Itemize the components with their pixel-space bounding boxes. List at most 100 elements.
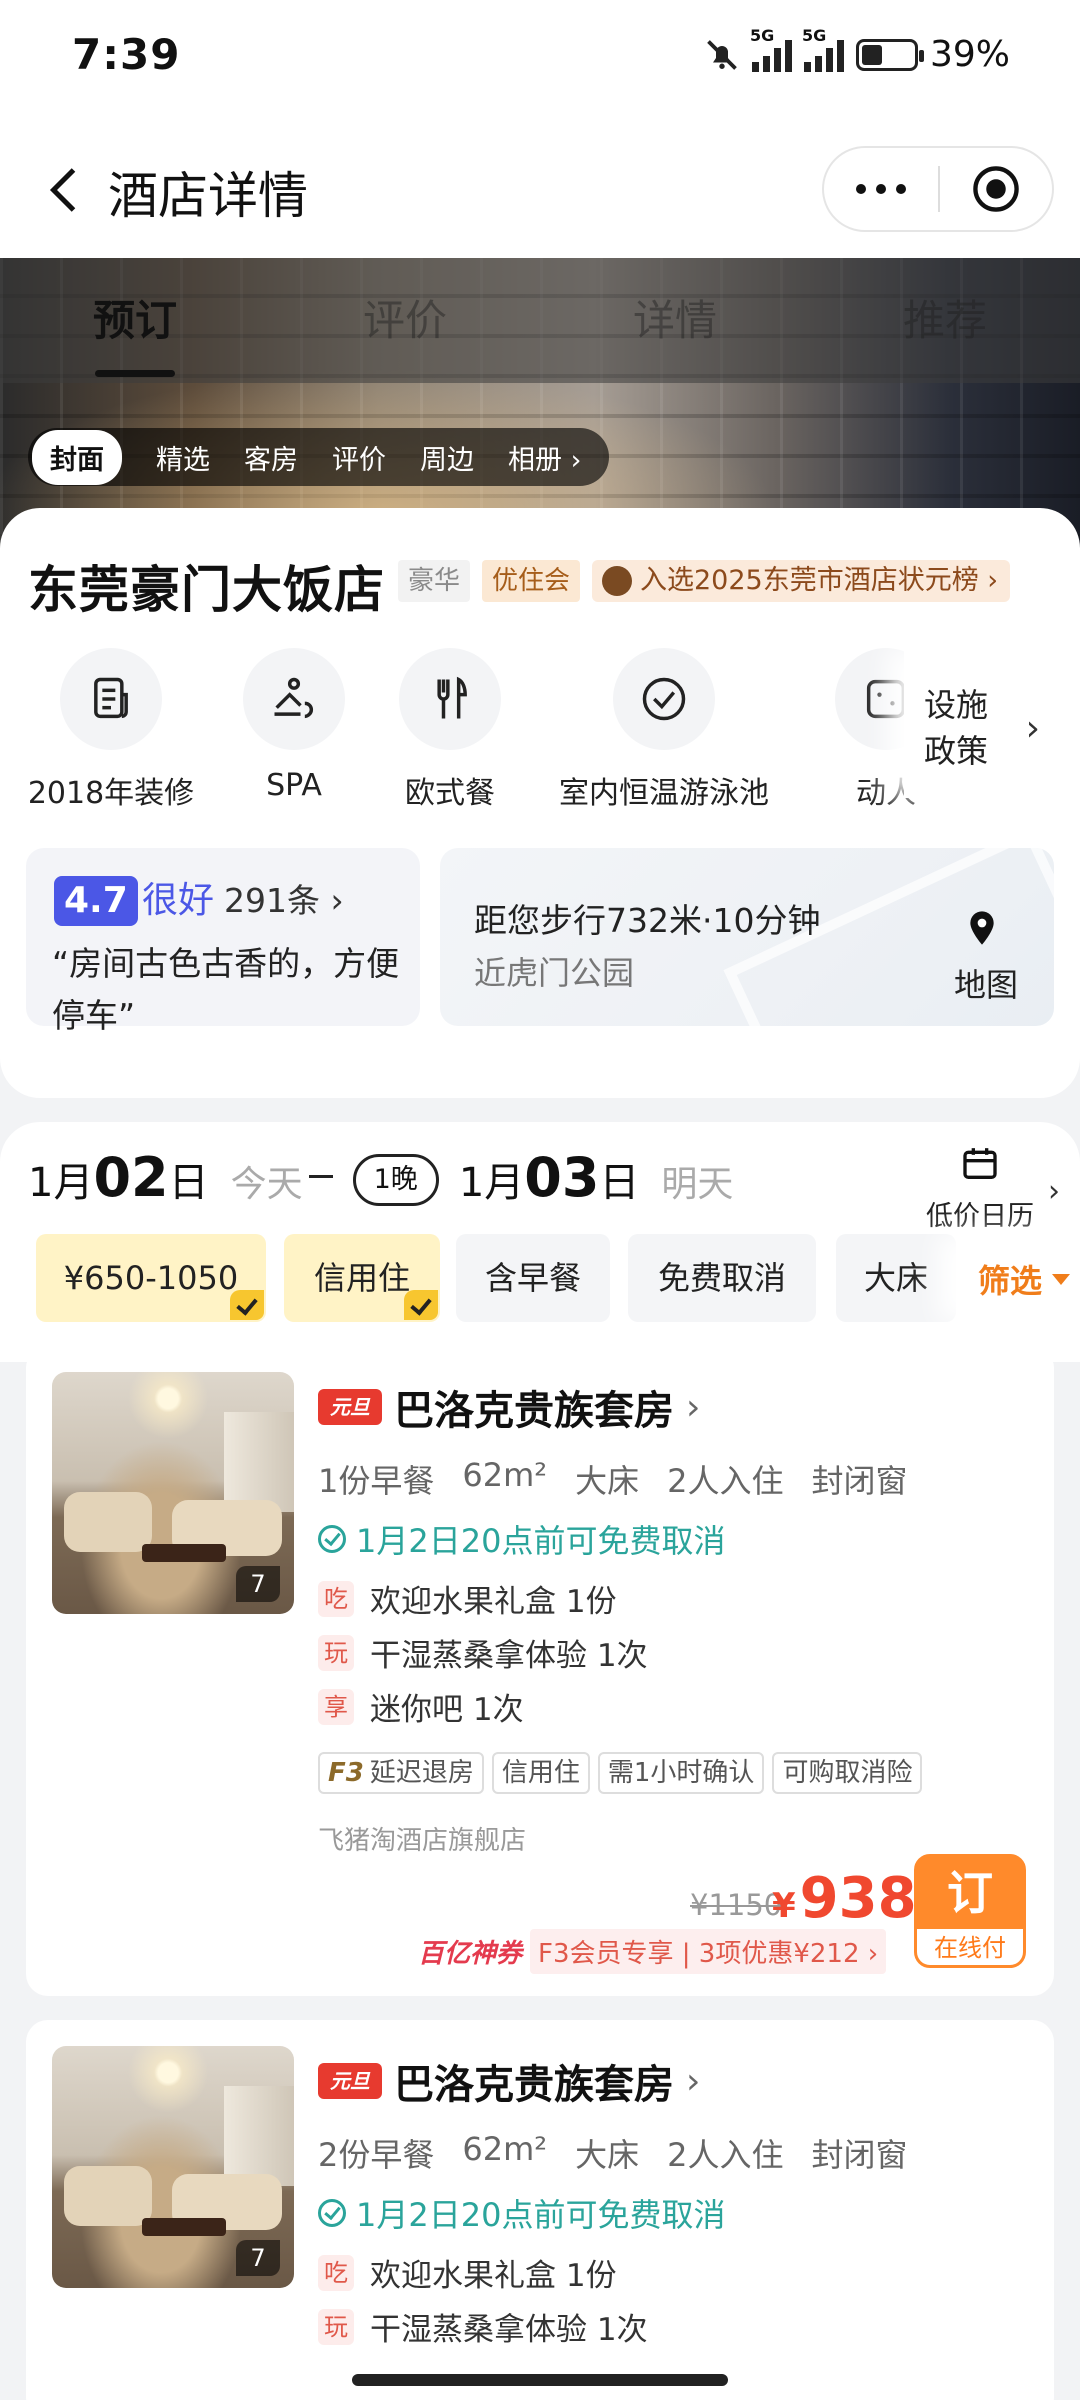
mute-bell-icon (707, 39, 737, 70)
room-name[interactable]: 元旦 巴洛克贵族套房 › (318, 1378, 700, 1436)
nights-badge: 1晚 (352, 1154, 439, 1206)
hotel-info-card: 东莞豪门大饭店 豪华 优住会 入选2025东莞市酒店状元榜 › 2018年装修 … (0, 508, 1080, 1098)
perk-item: 享迷你吧 1次 (318, 1684, 524, 1729)
chevron-right-icon: › (1025, 708, 1040, 749)
signal-icon: 5G (750, 26, 792, 72)
page-title: 酒店详情 (108, 167, 308, 225)
photo-count: 7 (236, 1566, 280, 1602)
calendar-icon (963, 1148, 997, 1179)
battery-percent: 39% (929, 34, 1010, 75)
pill-featured[interactable]: 精选 (156, 438, 210, 477)
document-icon (60, 648, 162, 750)
perk-item: 吃欢迎水果礼盒 1份 (318, 1576, 617, 1621)
photo-count: 7 (236, 2240, 280, 2276)
room-card[interactable]: 7 元旦 巴洛克贵族套房 › 2份早餐 62m² 大床 2人入住 封闭窗 1月2日20点前可… (26, 2020, 1054, 2400)
home-indicator[interactable] (352, 2374, 728, 2386)
pill-rooms[interactable]: 客房 (244, 438, 298, 477)
close-target-icon[interactable] (940, 163, 1052, 215)
more-icon[interactable] (824, 184, 938, 194)
book-button[interactable]: 订 在线付 (914, 1854, 1026, 1968)
facility-item[interactable]: 2018年装修 (26, 648, 196, 812)
original-price: ¥1150 (690, 1888, 783, 1922)
filter-price[interactable]: ¥650-1050 (36, 1234, 266, 1322)
status-bar: 7:39 5G 5G 39% (0, 0, 1080, 120)
perk-item: 玩干湿蒸桑拿体验 1次 (318, 2304, 648, 2349)
facility-item[interactable]: SPA (226, 648, 362, 803)
perk-item: 玩干湿蒸桑拿体验 1次 (318, 1630, 648, 1675)
walking-distance: 距您步行732米·10分钟 (474, 901, 821, 940)
date-selector[interactable]: 1月 02 日 今天 1晚 1月 03 日 明天 (28, 1146, 733, 1226)
chevron-right-icon: › (686, 2060, 701, 2102)
luxury-tag: 豪华 (398, 560, 471, 602)
check-circle-icon (318, 1525, 346, 1553)
check-icon (230, 1290, 264, 1320)
current-price: ¥938 (772, 1866, 917, 1931)
mini-program-capsule (822, 146, 1054, 232)
tab-booking[interactable]: 预订 (0, 258, 270, 383)
section-tabs: 预订 评价 详情 推荐 (0, 258, 1080, 383)
pill-reviews[interactable]: 评价 (332, 438, 386, 477)
tab-details[interactable]: 详情 (540, 258, 810, 383)
room-card[interactable]: 7 元旦 巴洛克贵族套房 › 1份早餐 62m² 大床 2人入住 封闭窗 1月2日20点前可… (26, 1346, 1054, 1996)
check-circle-icon (613, 648, 715, 750)
back-arrow-icon[interactable] (36, 160, 96, 220)
filter-bed[interactable]: 大床 (836, 1234, 956, 1322)
facility-policy-link[interactable]: 设施 政策 › (904, 648, 1080, 798)
insurance-badge: 可购取消险 (772, 1752, 923, 1794)
checkout-day: 03 (524, 1146, 600, 1209)
location-summary[interactable]: 距您步行732米·10分钟 近虎门公园 地图 (440, 848, 1054, 1026)
rating-level: 很好 (142, 880, 215, 921)
filter-credit[interactable]: 信用住 (284, 1234, 440, 1322)
pill-surroundings[interactable]: 周边 (420, 438, 474, 477)
room-name[interactable]: 元旦 巴洛克贵族套房 › (318, 2052, 700, 2110)
filter-breakfast[interactable]: 含早餐 (456, 1234, 610, 1322)
review-count: 291条 › (224, 881, 344, 920)
promo-bar[interactable]: 百亿神券 F3会员专享 | 3项优惠¥212 › (418, 1928, 887, 1974)
nav-bar: 酒店详情 (0, 120, 1080, 258)
free-cancel-note: 1月2日20点前可免费取消 (318, 2190, 725, 2236)
check-icon (404, 1290, 438, 1320)
chevron-right-icon: › (1048, 1174, 1060, 1209)
hotel-name: 东莞豪门大饭店 (28, 561, 385, 619)
free-cancel-note: 1月2日20点前可免费取消 (318, 1516, 725, 1562)
booking-section: 1月 02 日 今天 1晚 1月 03 日 明天 低价日历 › ¥650-1050 信用… (0, 1122, 1080, 1362)
ranking-badge[interactable]: 入选2025东莞市酒店状元榜 › (592, 560, 1011, 602)
tab-recommend[interactable]: 推荐 (810, 258, 1080, 383)
map-pin-icon (970, 911, 994, 945)
status-icons: 5G 5G 39% (704, 26, 1010, 75)
review-quote: “房间古色古香的，方便停车” (52, 944, 400, 1035)
checkout-hint: 明天 (661, 1164, 734, 1205)
room-photo[interactable]: 7 (52, 2046, 294, 2288)
filter-chips: ¥650-1050 信用住 含早餐 免费取消 大床 筛选 (36, 1234, 1080, 1322)
low-price-calendar[interactable]: 低价日历 › (910, 1144, 1060, 1233)
confirm-badge: 需1小时确认 (597, 1752, 765, 1794)
status-time: 7:39 (72, 30, 181, 79)
pill-album[interactable]: 相册 › (508, 438, 581, 477)
pill-cover[interactable]: 封面 (32, 429, 122, 485)
chevron-right-icon: › (686, 1386, 701, 1428)
credit-badge: 信用住 (491, 1752, 590, 1794)
medal-icon (602, 566, 632, 596)
battery-icon (855, 38, 924, 71)
new-year-tag: 元旦 (318, 1389, 382, 1425)
filter-free-cancel[interactable]: 免费取消 (628, 1234, 816, 1322)
map-button[interactable]: 地图 (954, 960, 1018, 1006)
nearby-landmark: 近虎门公园 (474, 954, 635, 992)
facility-list: 2018年装修 SPA 欧式餐 室内恒温游泳池 动人 设施 政策 › (0, 648, 1080, 811)
cutlery-icon (399, 648, 501, 750)
perk-item: 吃欢迎水果礼盒 1份 (318, 2250, 617, 2295)
facility-item[interactable]: 室内恒温游泳池 (548, 648, 780, 812)
facility-item[interactable]: 欧式餐 (390, 648, 510, 812)
tab-reviews[interactable]: 评价 (270, 258, 540, 383)
spa-icon (243, 648, 345, 750)
rating-summary[interactable]: 4.7 很好 291条 › “房间古色古香的，方便停车” (26, 848, 420, 1035)
filter-button[interactable]: 筛选 (956, 1234, 1080, 1322)
room-specs: 2份早餐 62m² 大床 2人入住 封闭窗 (318, 2130, 908, 2174)
dropdown-arrow-icon (1052, 1274, 1070, 1285)
rating-score: 4.7 (54, 876, 138, 926)
member-tag[interactable]: 优住会 (482, 560, 581, 602)
seller-name: 飞猪淘酒店旗舰店 (318, 1826, 527, 1856)
check-circle-icon (318, 2199, 346, 2227)
room-photo[interactable]: 7 (52, 1372, 294, 1614)
checkin-hint: 今天 (230, 1164, 303, 1205)
